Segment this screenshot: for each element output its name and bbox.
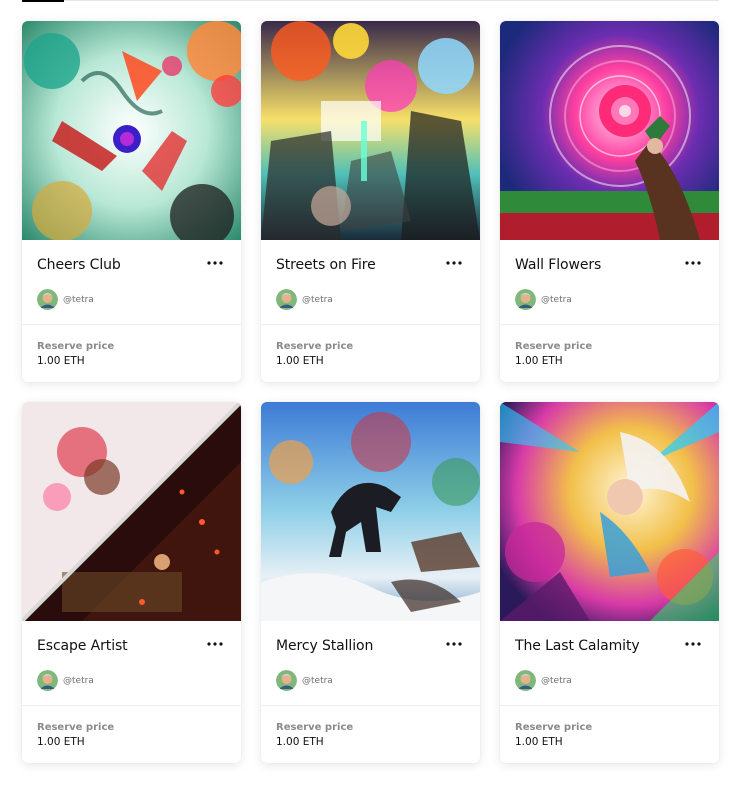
more-horizontal-icon[interactable] — [440, 253, 468, 273]
artwork-grid: Cheers Club @tetra Reserve price 1.00 ET… — [22, 21, 719, 763]
card-info: Mercy Stallion @tetra — [261, 621, 480, 706]
more-horizontal-icon[interactable] — [201, 253, 229, 273]
artwork-card[interactable]: Streets on Fire @tetra Reserve price 1.0… — [261, 21, 480, 382]
creator-link[interactable]: @tetra — [515, 289, 572, 310]
page: Cheers Club @tetra Reserve price 1.00 ET… — [0, 0, 740, 787]
card-info: Escape Artist @tetra — [22, 621, 241, 706]
card-info: Streets on Fire @tetra — [261, 240, 480, 325]
more-horizontal-icon[interactable] — [201, 634, 229, 654]
creator-avatar[interactable] — [515, 289, 536, 310]
price-value: 1.00 ETH — [276, 355, 324, 367]
active-tab-indicator — [22, 0, 64, 2]
price-block: Reserve price 1.00 ETH — [276, 722, 353, 748]
price-block: Reserve price 1.00 ETH — [37, 341, 114, 367]
creator-handle: @tetra — [541, 294, 572, 305]
creator-avatar[interactable] — [276, 670, 297, 691]
artwork-title[interactable]: Escape Artist — [37, 638, 128, 654]
price-block: Reserve price 1.00 ETH — [515, 341, 592, 367]
price-value: 1.00 ETH — [276, 736, 324, 748]
artwork-title[interactable]: Streets on Fire — [276, 257, 376, 273]
creator-link[interactable]: @tetra — [276, 289, 333, 310]
artwork-card[interactable]: Cheers Club @tetra Reserve price 1.00 ET… — [22, 21, 241, 382]
creator-link[interactable]: @tetra — [276, 670, 333, 691]
price-value: 1.00 ETH — [515, 736, 563, 748]
creator-link[interactable]: @tetra — [515, 670, 572, 691]
artwork-title[interactable]: The Last Calamity — [515, 638, 640, 654]
more-horizontal-icon[interactable] — [679, 634, 707, 654]
artwork-image[interactable] — [261, 402, 480, 621]
price-label: Reserve price — [37, 722, 115, 733]
creator-handle: @tetra — [302, 294, 333, 305]
artwork-card[interactable]: Mercy Stallion @tetra Reserve price 1.00… — [261, 402, 480, 763]
price-label: Reserve price — [276, 341, 354, 352]
creator-handle: @tetra — [63, 294, 94, 305]
artwork-title[interactable]: Cheers Club — [37, 257, 121, 273]
creator-avatar[interactable] — [37, 670, 58, 691]
artwork-image[interactable] — [261, 21, 480, 240]
artwork-image[interactable] — [500, 21, 719, 240]
price-label: Reserve price — [37, 341, 115, 352]
creator-link[interactable]: @tetra — [37, 670, 94, 691]
price-label: Reserve price — [515, 341, 593, 352]
price-block: Reserve price 1.00 ETH — [37, 722, 114, 748]
price-value: 1.00 ETH — [515, 355, 563, 367]
artwork-card[interactable]: The Last Calamity @tetra Reserve price 1… — [500, 402, 719, 763]
price-label: Reserve price — [515, 722, 593, 733]
price-label: Reserve price — [276, 722, 354, 733]
card-info: Wall Flowers @tetra — [500, 240, 719, 325]
tab-divider — [22, 0, 719, 1]
price-block: Reserve price 1.00 ETH — [515, 722, 592, 748]
artwork-card[interactable]: Escape Artist @tetra Reserve price 1.00 — [22, 402, 241, 763]
artwork-image[interactable] — [500, 402, 719, 621]
creator-handle: @tetra — [63, 675, 94, 686]
artwork-title[interactable]: Wall Flowers — [515, 257, 601, 273]
card-info: The Last Calamity @tetra — [500, 621, 719, 706]
creator-avatar[interactable] — [276, 289, 297, 310]
creator-avatar[interactable] — [515, 670, 536, 691]
price-value: 1.00 ETH — [37, 355, 85, 367]
price-block: Reserve price 1.00 ETH — [276, 341, 353, 367]
artwork-card[interactable]: Wall Flowers @tetra Reserve price 1.00 E… — [500, 21, 719, 382]
creator-handle: @tetra — [302, 675, 333, 686]
artwork-image[interactable] — [22, 21, 241, 240]
card-info: Cheers Club @tetra — [22, 240, 241, 325]
price-value: 1.00 ETH — [37, 736, 85, 748]
creator-avatar[interactable] — [37, 289, 58, 310]
more-horizontal-icon[interactable] — [440, 634, 468, 654]
creator-handle: @tetra — [541, 675, 572, 686]
creator-link[interactable]: @tetra — [37, 289, 94, 310]
artwork-image[interactable] — [22, 402, 241, 621]
artwork-title[interactable]: Mercy Stallion — [276, 638, 373, 654]
more-horizontal-icon[interactable] — [679, 253, 707, 273]
